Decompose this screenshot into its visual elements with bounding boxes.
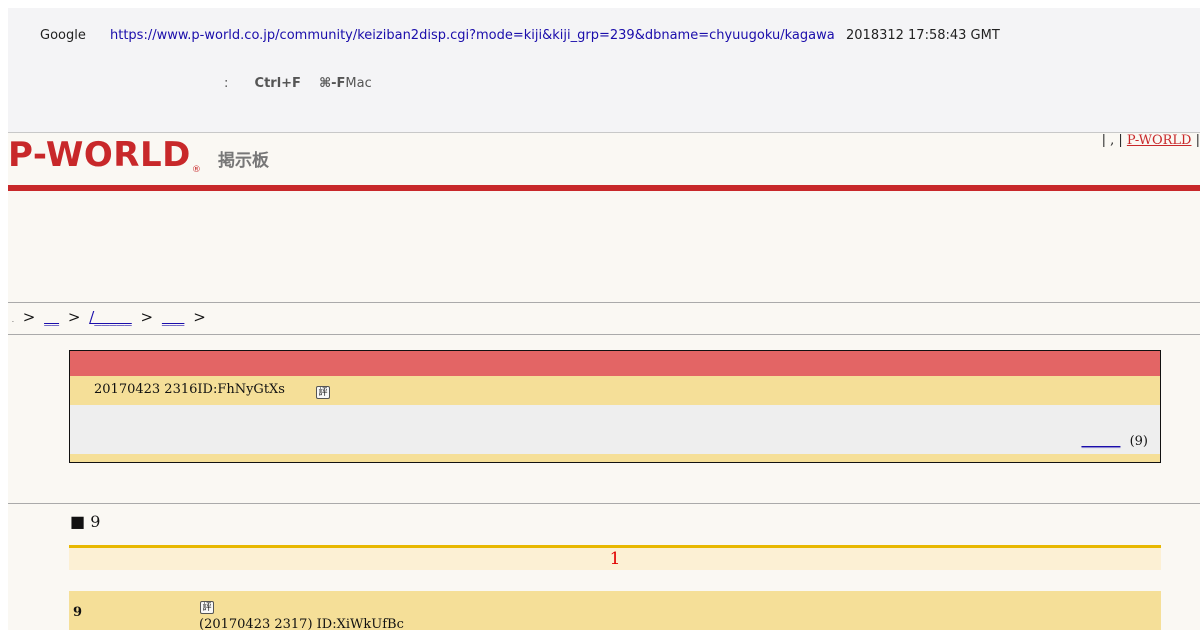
cache-timestamp: 2018312 17:58:43 GMT	[846, 28, 1000, 43]
thread-meta: 20170423 2316ID:FhNyGtXs 評	[70, 376, 1160, 405]
hint-key-ctrl-f: Ctrl+F	[254, 76, 301, 91]
reply-count: ______ (9)	[1081, 434, 1148, 449]
rating-icon[interactable]: 評	[200, 601, 214, 614]
reply-link[interactable]: ______	[1081, 434, 1125, 449]
rating-icon[interactable]: 評	[316, 386, 330, 399]
hint-key-cmd-f: ⌘-F	[319, 76, 346, 91]
header-divider	[8, 185, 1200, 191]
pagination: 1	[69, 548, 1161, 570]
post-number: 9	[73, 605, 83, 620]
breadcrumb-link-3[interactable]: ___	[162, 308, 185, 326]
cache-banner: Google https://www.p-world.co.jp/communi…	[8, 8, 1200, 133]
page: Google https://www.p-world.co.jp/communi…	[8, 8, 1200, 630]
registered-mark: ®	[191, 165, 201, 175]
cache-source: Google	[40, 28, 86, 43]
reply-count-value: (9)	[1129, 434, 1148, 449]
thread-footer	[70, 454, 1160, 462]
thread-body: ______ (9)	[70, 405, 1160, 454]
responses-heading: ■ 9	[70, 512, 101, 531]
thread-box: 20170423 2316ID:FhNyGtXs 評 ______ (9)	[69, 350, 1161, 463]
breadcrumb-link-2[interactable]: /_____	[89, 308, 132, 326]
header-links: | , | P-WORLD |	[1101, 133, 1200, 148]
thread-header	[70, 351, 1160, 376]
post: 9 評 (20170423 2317) ID:XiWkUfBc	[69, 591, 1161, 630]
pworld-home-link[interactable]: P-WORLD	[1127, 133, 1192, 148]
breadcrumb: . > __ > /_____ > ___ >	[12, 308, 206, 326]
post-date-id: (20170423 2317) ID:XiWkUfBc	[199, 617, 404, 630]
logo-text: P-WORLD	[8, 135, 191, 175]
breadcrumb-link-1[interactable]: __	[44, 308, 59, 326]
find-hint: : Ctrl+F ⌘-FMac	[224, 76, 372, 91]
divider	[8, 334, 1200, 335]
hint-mac-label: Mac	[345, 76, 372, 91]
divider	[8, 302, 1200, 303]
cached-page-url[interactable]: https://www.p-world.co.jp/community/keiz…	[110, 28, 835, 43]
p-world-logo[interactable]: P-WORLD®	[8, 135, 201, 175]
board-subtitle: 掲示板	[218, 151, 269, 171]
divider	[8, 503, 1200, 504]
page-1-link[interactable]: 1	[610, 549, 621, 569]
thread-date-id: 20170423 2316ID:FhNyGtXs	[94, 382, 285, 397]
